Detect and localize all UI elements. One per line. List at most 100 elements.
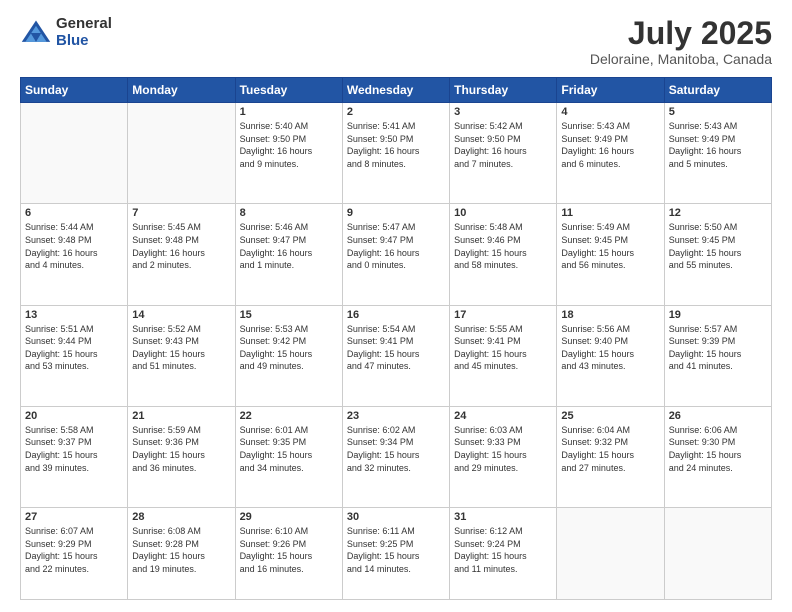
day-info: Sunrise: 5:51 AMSunset: 9:44 PMDaylight:… (25, 323, 123, 373)
logo-blue-text: Blue (56, 33, 112, 50)
day-number: 1 (240, 106, 338, 118)
table-row (664, 507, 771, 599)
day-info: Sunrise: 5:47 AMSunset: 9:47 PMDaylight:… (347, 221, 445, 271)
table-row: 12 Sunrise: 5:50 AMSunset: 9:45 PMDayligh… (664, 204, 771, 305)
calendar-table: Sunday Monday Tuesday Wednesday Thursday… (20, 77, 772, 600)
table-row: 8Sunrise: 5:46 AMSunset: 9:47 PMDaylight… (235, 204, 342, 305)
day-number: 19 (669, 309, 767, 321)
day-number: 20 (25, 410, 123, 422)
table-row: 18 Sunrise: 5:56 AMSunset: 9:40 PMDayligh… (557, 305, 664, 406)
logo-icon (20, 17, 52, 49)
calendar-week-row: 27 Sunrise: 6:07 AMSunset: 9:29 PMDayligh… (21, 507, 772, 599)
day-info: Sunrise: 5:56 AMSunset: 9:40 PMDaylight:… (561, 323, 659, 373)
day-info: Sunrise: 5:59 AMSunset: 9:36 PMDaylight:… (132, 424, 230, 474)
col-monday: Monday (128, 78, 235, 103)
day-info: Sunrise: 6:08 AMSunset: 9:28 PMDaylight:… (132, 525, 230, 575)
title-block: July 2025 Deloraine, Manitoba, Canada (590, 16, 772, 67)
day-number: 10 (454, 207, 552, 219)
day-number: 13 (25, 309, 123, 321)
day-info: Sunrise: 6:04 AMSunset: 9:32 PMDaylight:… (561, 424, 659, 474)
calendar-header-row: Sunday Monday Tuesday Wednesday Thursday… (21, 78, 772, 103)
day-number: 24 (454, 410, 552, 422)
day-info: Sunrise: 5:55 AMSunset: 9:41 PMDaylight:… (454, 323, 552, 373)
col-wednesday: Wednesday (342, 78, 449, 103)
table-row: 16Sunrise: 5:54 AMSunset: 9:41 PMDayligh… (342, 305, 449, 406)
calendar-week-row: 20Sunrise: 5:58 AMSunset: 9:37 PMDayligh… (21, 406, 772, 507)
month-title: July 2025 (590, 16, 772, 51)
table-row: 14Sunrise: 5:52 AMSunset: 9:43 PMDayligh… (128, 305, 235, 406)
table-row: 1Sunrise: 5:40 AMSunset: 9:50 PMDaylight… (235, 103, 342, 204)
page: General Blue July 2025 Deloraine, Manito… (0, 0, 792, 612)
table-row: 24 Sunrise: 6:03 AMSunset: 9:33 PMDayligh… (450, 406, 557, 507)
logo-general-text: General (56, 16, 112, 33)
day-info: Sunrise: 6:02 AMSunset: 9:34 PMDaylight:… (347, 424, 445, 474)
table-row: 4Sunrise: 5:43 AMSunset: 9:49 PMDaylight… (557, 103, 664, 204)
day-number: 3 (454, 106, 552, 118)
table-row: 9 Sunrise: 5:47 AMSunset: 9:47 PMDaylight… (342, 204, 449, 305)
table-row: 2 Sunrise: 5:41 AMSunset: 9:50 PMDaylight… (342, 103, 449, 204)
day-number: 17 (454, 309, 552, 321)
day-number: 21 (132, 410, 230, 422)
table-row: 23Sunrise: 6:02 AMSunset: 9:34 PMDayligh… (342, 406, 449, 507)
day-info: Sunrise: 6:12 AMSunset: 9:24 PMDaylight:… (454, 525, 552, 575)
day-number: 2 (347, 106, 445, 118)
day-number: 22 (240, 410, 338, 422)
day-number: 9 (347, 207, 445, 219)
day-info: Sunrise: 5:43 AMSunset: 9:49 PMDaylight:… (669, 120, 767, 170)
day-info: Sunrise: 5:50 AMSunset: 9:45 PMDaylight:… (669, 221, 767, 271)
calendar-week-row: 13 Sunrise: 5:51 AMSunset: 9:44 PMDayligh… (21, 305, 772, 406)
table-row: 15 Sunrise: 5:53 AMSunset: 9:42 PMDayligh… (235, 305, 342, 406)
day-number: 7 (132, 207, 230, 219)
day-info: Sunrise: 6:01 AMSunset: 9:35 PMDaylight:… (240, 424, 338, 474)
day-number: 4 (561, 106, 659, 118)
table-row: 26 Sunrise: 6:06 AMSunset: 9:30 PMDayligh… (664, 406, 771, 507)
table-row: 19Sunrise: 5:57 AMSunset: 9:39 PMDayligh… (664, 305, 771, 406)
table-row: 28Sunrise: 6:08 AMSunset: 9:28 PMDayligh… (128, 507, 235, 599)
day-info: Sunrise: 5:41 AMSunset: 9:50 PMDaylight:… (347, 120, 445, 170)
table-row: 7 Sunrise: 5:45 AMSunset: 9:48 PMDaylight… (128, 204, 235, 305)
day-info: Sunrise: 6:07 AMSunset: 9:29 PMDaylight:… (25, 525, 123, 575)
table-row (557, 507, 664, 599)
header: General Blue July 2025 Deloraine, Manito… (20, 16, 772, 67)
day-info: Sunrise: 6:10 AMSunset: 9:26 PMDaylight:… (240, 525, 338, 575)
day-number: 27 (25, 511, 123, 523)
day-info: Sunrise: 6:03 AMSunset: 9:33 PMDaylight:… (454, 424, 552, 474)
logo: General Blue (20, 16, 112, 49)
day-number: 8 (240, 207, 338, 219)
location: Deloraine, Manitoba, Canada (590, 51, 772, 67)
day-number: 31 (454, 511, 552, 523)
day-info: Sunrise: 5:48 AMSunset: 9:46 PMDaylight:… (454, 221, 552, 271)
table-row: 22 Sunrise: 6:01 AMSunset: 9:35 PMDayligh… (235, 406, 342, 507)
day-info: Sunrise: 5:42 AMSunset: 9:50 PMDaylight:… (454, 120, 552, 170)
table-row: 10 Sunrise: 5:48 AMSunset: 9:46 PMDayligh… (450, 204, 557, 305)
col-saturday: Saturday (664, 78, 771, 103)
day-number: 29 (240, 511, 338, 523)
day-number: 12 (669, 207, 767, 219)
table-row: 31 Sunrise: 6:12 AMSunset: 9:24 PMDayligh… (450, 507, 557, 599)
col-sunday: Sunday (21, 78, 128, 103)
day-number: 15 (240, 309, 338, 321)
table-row: 20Sunrise: 5:58 AMSunset: 9:37 PMDayligh… (21, 406, 128, 507)
day-info: Sunrise: 5:53 AMSunset: 9:42 PMDaylight:… (240, 323, 338, 373)
table-row: 5Sunrise: 5:43 AMSunset: 9:49 PMDaylight… (664, 103, 771, 204)
day-info: Sunrise: 5:49 AMSunset: 9:45 PMDaylight:… (561, 221, 659, 271)
day-info: Sunrise: 6:11 AMSunset: 9:25 PMDaylight:… (347, 525, 445, 575)
day-info: Sunrise: 5:52 AMSunset: 9:43 PMDaylight:… (132, 323, 230, 373)
table-row: 29 Sunrise: 6:10 AMSunset: 9:26 PMDayligh… (235, 507, 342, 599)
calendar-week-row: 1Sunrise: 5:40 AMSunset: 9:50 PMDaylight… (21, 103, 772, 204)
table-row: 11Sunrise: 5:49 AMSunset: 9:45 PMDayligh… (557, 204, 664, 305)
table-row: 30 Sunrise: 6:11 AMSunset: 9:25 PMDayligh… (342, 507, 449, 599)
day-number: 16 (347, 309, 445, 321)
table-row: 27 Sunrise: 6:07 AMSunset: 9:29 PMDayligh… (21, 507, 128, 599)
day-number: 25 (561, 410, 659, 422)
table-row (128, 103, 235, 204)
day-number: 26 (669, 410, 767, 422)
col-tuesday: Tuesday (235, 78, 342, 103)
day-info: Sunrise: 5:45 AMSunset: 9:48 PMDaylight:… (132, 221, 230, 271)
col-thursday: Thursday (450, 78, 557, 103)
table-row: 21 Sunrise: 5:59 AMSunset: 9:36 PMDayligh… (128, 406, 235, 507)
day-number: 18 (561, 309, 659, 321)
day-number: 30 (347, 511, 445, 523)
day-info: Sunrise: 6:06 AMSunset: 9:30 PMDaylight:… (669, 424, 767, 474)
day-info: Sunrise: 5:44 AMSunset: 9:48 PMDaylight:… (25, 221, 123, 271)
